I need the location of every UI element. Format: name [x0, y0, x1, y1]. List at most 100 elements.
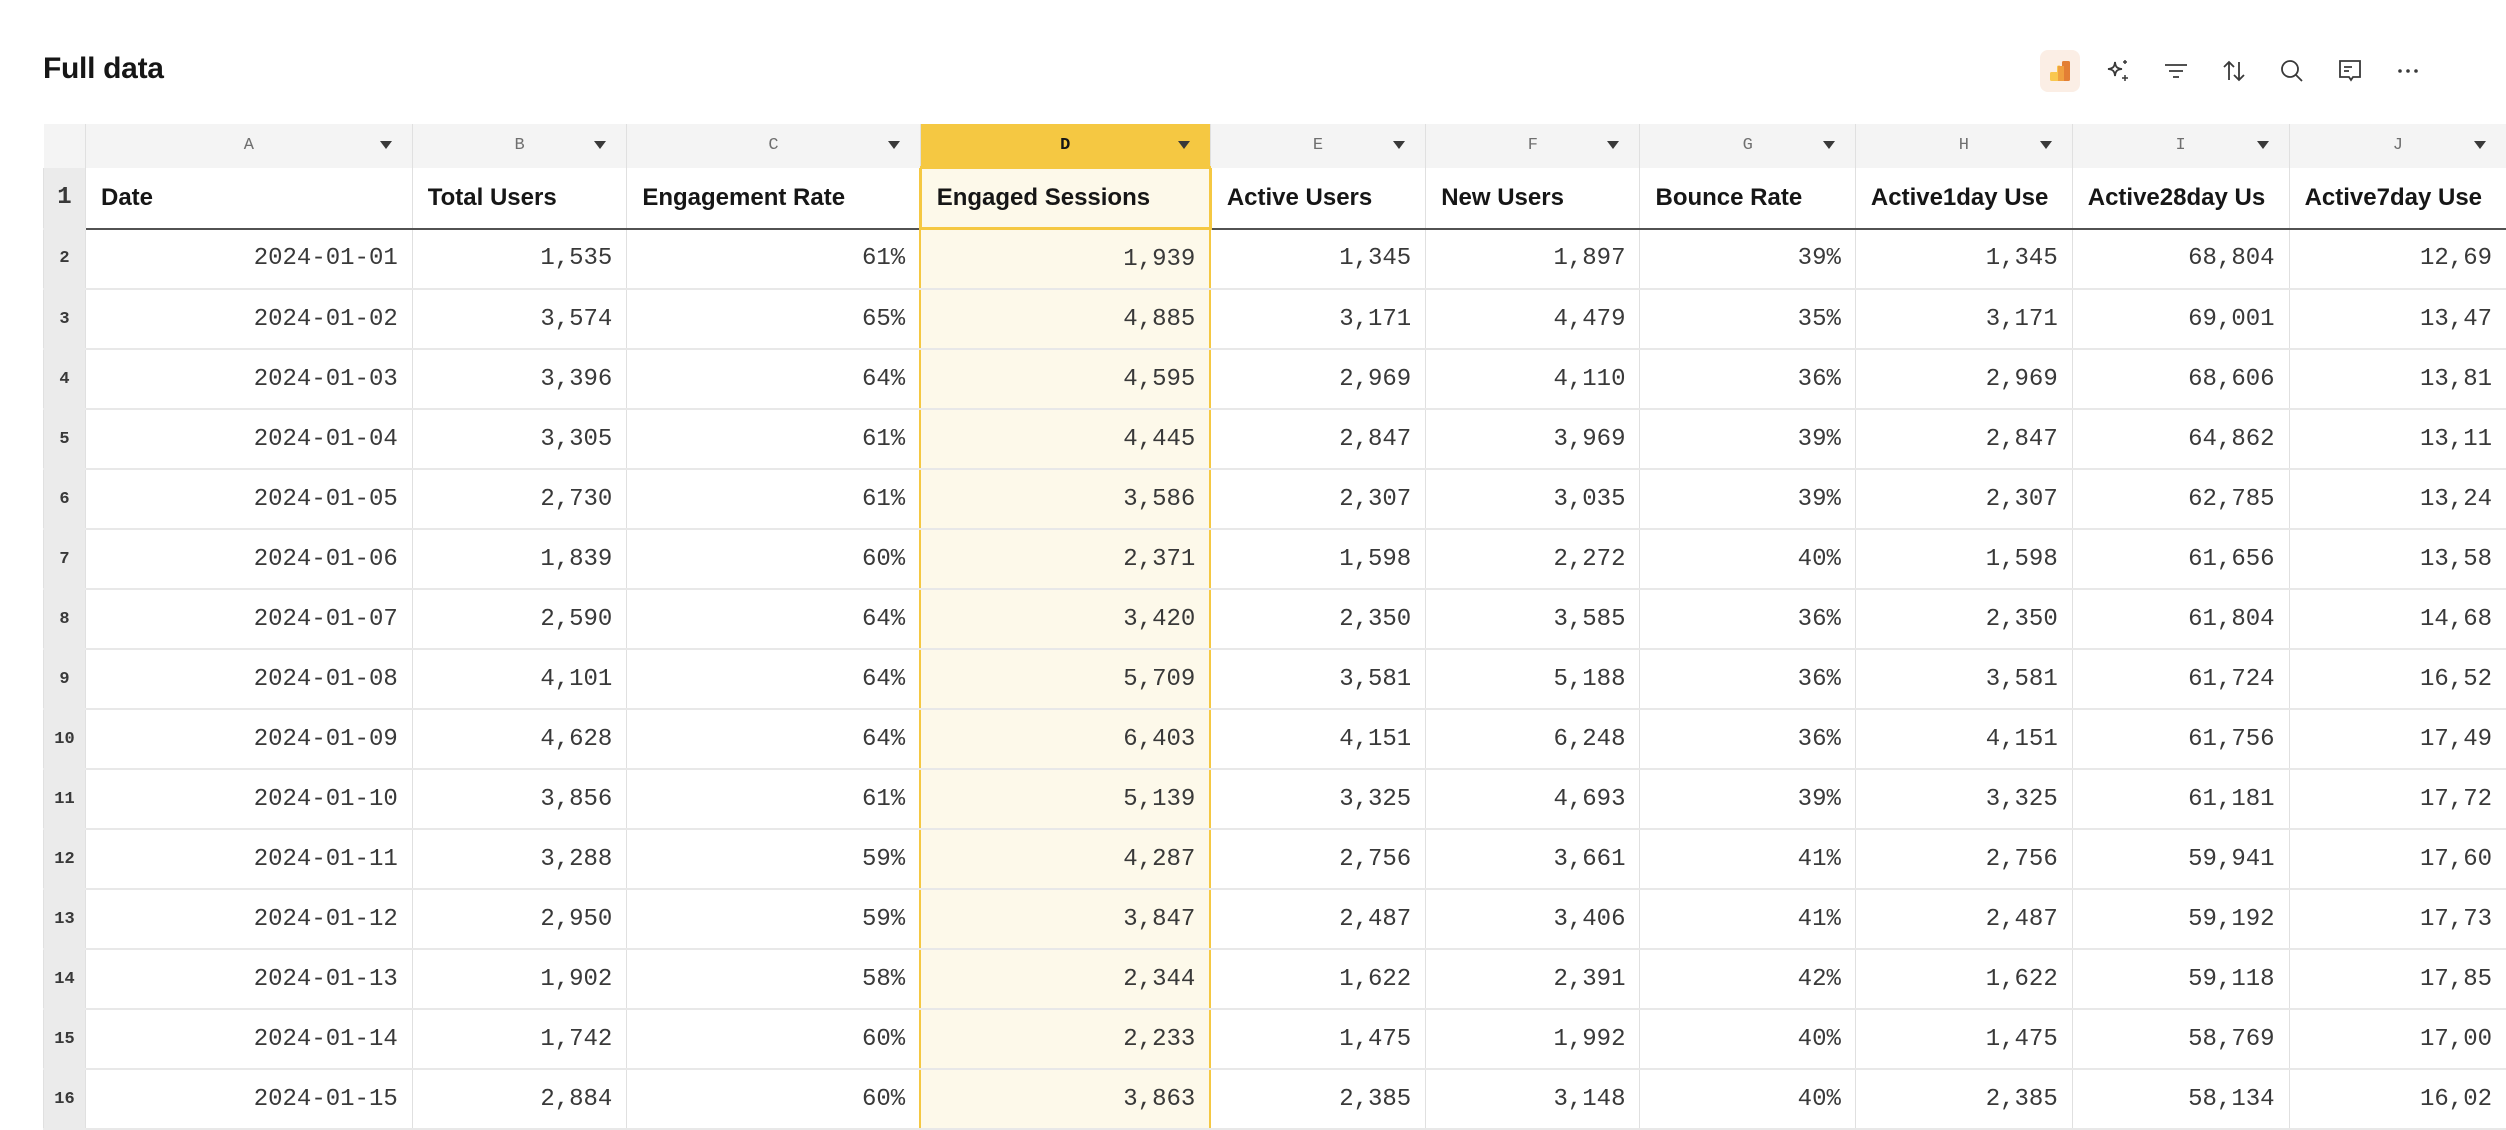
data-cell[interactable]: 39% — [1640, 229, 1855, 290]
row-number[interactable]: 3 — [44, 289, 86, 349]
data-cell[interactable]: 12,69 — [2289, 229, 2506, 290]
data-cell[interactable]: 3,856 — [412, 769, 627, 829]
data-cell[interactable]: 2,371 — [920, 529, 1210, 589]
column-letter-e[interactable]: E — [1210, 124, 1425, 168]
row-number[interactable]: 11 — [44, 769, 86, 829]
data-cell[interactable]: 1,622 — [1210, 949, 1425, 1009]
data-cell[interactable]: 1,992 — [1426, 1009, 1640, 1069]
data-cell[interactable]: 3,288 — [412, 829, 627, 889]
data-cell[interactable]: 3,581 — [1855, 649, 2072, 709]
data-cell[interactable]: 41% — [1640, 829, 1855, 889]
data-cell[interactable]: 39% — [1640, 409, 1855, 469]
column-header-cell[interactable]: Engagement Rate — [627, 168, 920, 229]
data-cell[interactable]: 2,730 — [412, 469, 627, 529]
data-cell[interactable]: 3,574 — [412, 289, 627, 349]
data-cell[interactable]: 3,171 — [1855, 289, 2072, 349]
data-cell[interactable]: 1,475 — [1210, 1009, 1425, 1069]
data-cell[interactable]: 3,171 — [1210, 289, 1425, 349]
data-cell[interactable]: 2,487 — [1855, 889, 2072, 949]
row-number[interactable]: 2 — [44, 229, 86, 290]
data-cell[interactable]: 17,72 — [2289, 769, 2506, 829]
data-cell[interactable]: 13,58 — [2289, 529, 2506, 589]
data-cell[interactable]: 36% — [1640, 709, 1855, 769]
data-cell[interactable]: 2,950 — [412, 889, 627, 949]
column-letter-f[interactable]: F — [1426, 124, 1640, 168]
column-menu-caret-icon[interactable] — [380, 141, 392, 149]
data-cell[interactable]: 2024-01-09 — [85, 709, 412, 769]
data-cell[interactable]: 2,350 — [1855, 589, 2072, 649]
data-cell[interactable]: 61,656 — [2072, 529, 2289, 589]
column-letter-i[interactable]: I — [2072, 124, 2289, 168]
ai-assist-button[interactable] — [2098, 50, 2138, 92]
data-cell[interactable]: 3,305 — [412, 409, 627, 469]
data-cell[interactable]: 2,487 — [1210, 889, 1425, 949]
data-cell[interactable]: 4,287 — [920, 829, 1210, 889]
sort-button[interactable] — [2214, 50, 2254, 92]
row-number[interactable]: 1 — [44, 168, 86, 229]
data-cell[interactable]: 1,345 — [1210, 229, 1425, 290]
row-number[interactable]: 7 — [44, 529, 86, 589]
column-letter-b[interactable]: B — [412, 124, 627, 168]
data-cell[interactable]: 58% — [627, 949, 920, 1009]
column-menu-caret-icon[interactable] — [2474, 141, 2486, 149]
data-cell[interactable]: 1,622 — [1855, 949, 2072, 1009]
data-cell[interactable]: 5,188 — [1426, 649, 1640, 709]
data-cell[interactable]: 2024-01-03 — [85, 349, 412, 409]
data-cell[interactable]: 2024-01-07 — [85, 589, 412, 649]
data-cell[interactable]: 6,403 — [920, 709, 1210, 769]
data-cell[interactable]: 2024-01-14 — [85, 1009, 412, 1069]
data-cell[interactable]: 40% — [1640, 529, 1855, 589]
data-cell[interactable]: 2,884 — [412, 1069, 627, 1129]
data-cell[interactable]: 2,350 — [1210, 589, 1425, 649]
data-cell[interactable]: 1,475 — [1855, 1009, 2072, 1069]
data-cell[interactable]: 2024-01-12 — [85, 889, 412, 949]
data-cell[interactable]: 2024-01-04 — [85, 409, 412, 469]
data-cell[interactable]: 61% — [627, 769, 920, 829]
data-cell[interactable]: 2,847 — [1855, 409, 2072, 469]
more-options-button[interactable] — [2388, 50, 2428, 92]
data-cell[interactable]: 3,406 — [1426, 889, 1640, 949]
column-menu-caret-icon[interactable] — [2257, 141, 2269, 149]
row-number[interactable]: 16 — [44, 1069, 86, 1129]
data-cell[interactable]: 17,85 — [2289, 949, 2506, 1009]
data-cell[interactable]: 17,60 — [2289, 829, 2506, 889]
data-cell[interactable]: 2024-01-05 — [85, 469, 412, 529]
data-cell[interactable]: 61% — [627, 409, 920, 469]
column-letter-a[interactable]: A — [85, 124, 412, 168]
data-cell[interactable]: 64% — [627, 709, 920, 769]
data-cell[interactable]: 14,68 — [2289, 589, 2506, 649]
data-cell[interactable]: 2,307 — [1210, 469, 1425, 529]
data-cell[interactable]: 17,00 — [2289, 1009, 2506, 1069]
data-cell[interactable]: 4,595 — [920, 349, 1210, 409]
data-cell[interactable]: 58,134 — [2072, 1069, 2289, 1129]
data-cell[interactable]: 1,939 — [920, 229, 1210, 290]
data-cell[interactable]: 39% — [1640, 469, 1855, 529]
column-header-cell[interactable]: Active Users — [1210, 168, 1425, 229]
data-cell[interactable]: 3,035 — [1426, 469, 1640, 529]
column-letter-j[interactable]: J — [2289, 124, 2506, 168]
column-header-cell[interactable]: Bounce Rate — [1640, 168, 1855, 229]
data-cell[interactable]: 3,847 — [920, 889, 1210, 949]
data-cell[interactable]: 13,11 — [2289, 409, 2506, 469]
column-letter-c[interactable]: C — [627, 124, 920, 168]
data-cell[interactable]: 68,804 — [2072, 229, 2289, 290]
data-cell[interactable]: 13,47 — [2289, 289, 2506, 349]
data-cell[interactable]: 64% — [627, 649, 920, 709]
data-cell[interactable]: 1,345 — [1855, 229, 2072, 290]
data-cell[interactable]: 2,344 — [920, 949, 1210, 1009]
data-cell[interactable]: 65% — [627, 289, 920, 349]
data-cell[interactable]: 2,385 — [1210, 1069, 1425, 1129]
data-cell[interactable]: 5,139 — [920, 769, 1210, 829]
data-cell[interactable]: 3,396 — [412, 349, 627, 409]
column-menu-caret-icon[interactable] — [1178, 141, 1190, 149]
data-cell[interactable]: 2,307 — [1855, 469, 2072, 529]
data-cell[interactable]: 4,693 — [1426, 769, 1640, 829]
data-cell[interactable]: 3,863 — [920, 1069, 1210, 1129]
data-cell[interactable]: 17,73 — [2289, 889, 2506, 949]
data-cell[interactable]: 1,598 — [1210, 529, 1425, 589]
data-cell[interactable]: 61% — [627, 229, 920, 290]
column-menu-caret-icon[interactable] — [1823, 141, 1835, 149]
data-cell[interactable]: 64% — [627, 349, 920, 409]
data-cell[interactable]: 2,590 — [412, 589, 627, 649]
column-header-cell[interactable]: Active28day Us — [2072, 168, 2289, 229]
